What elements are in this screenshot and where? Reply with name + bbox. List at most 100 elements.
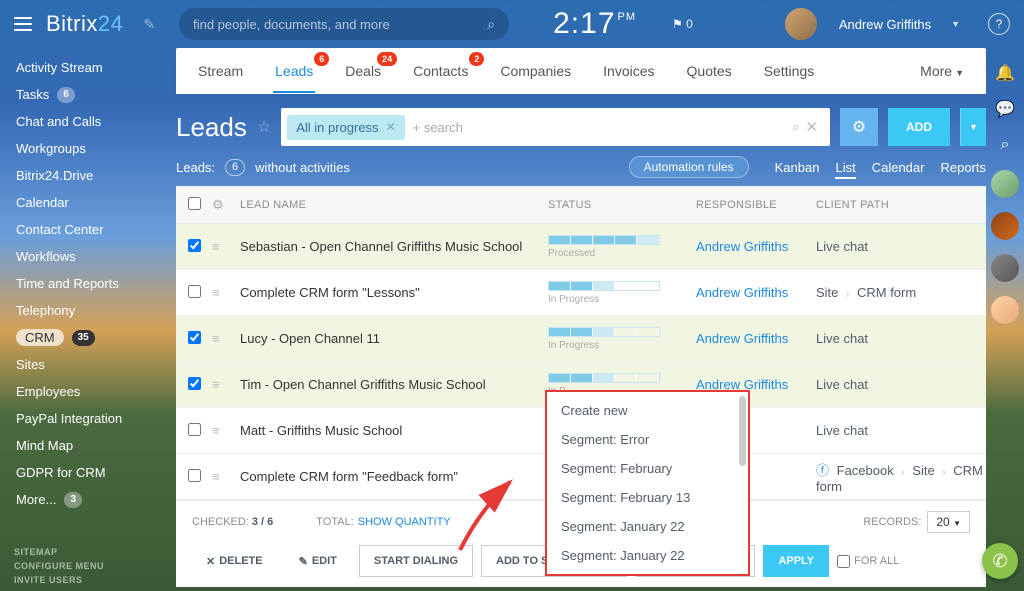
row-checkbox[interactable]	[188, 239, 201, 252]
contact-avatar[interactable]	[991, 296, 1019, 324]
lead-name[interactable]: Complete CRM form "Lessons"	[240, 285, 420, 300]
star-icon[interactable]: ☆	[257, 117, 271, 137]
view-list[interactable]: List	[835, 158, 855, 179]
tab-more[interactable]: More▼	[918, 63, 966, 79]
filter-box[interactable]: All in progress✕ ⌕ ✕	[281, 108, 830, 146]
chat-icon[interactable]: 💬	[994, 98, 1016, 120]
bell-icon[interactable]: 🔔	[994, 62, 1016, 84]
sidebar-item-employees[interactable]: Employees	[0, 378, 176, 405]
automation-button[interactable]: Automation rules	[629, 156, 749, 178]
row-checkbox[interactable]	[188, 469, 201, 482]
responsible-link[interactable]: Andrew Griffiths	[696, 331, 788, 346]
sidebar-item-contact-center[interactable]: Contact Center	[0, 216, 176, 243]
tab-settings[interactable]: Settings	[762, 63, 817, 79]
view-reports[interactable]: Reports	[940, 158, 986, 177]
popup-item[interactable]: Segment: February	[547, 454, 748, 483]
add-button[interactable]: ADD	[888, 108, 950, 146]
popup-item[interactable]: Segment: January 22	[547, 512, 748, 541]
menu-toggle[interactable]	[14, 17, 32, 31]
view-kanban[interactable]: Kanban	[775, 158, 820, 177]
delete-button[interactable]: ✕ DELETE	[192, 545, 277, 577]
contact-avatar[interactable]	[991, 254, 1019, 282]
tab-deals[interactable]: Deals24	[343, 63, 383, 79]
lead-name[interactable]: Matt - Griffiths Music School	[240, 423, 402, 438]
username[interactable]: Andrew Griffiths	[839, 17, 931, 32]
sidebar-footer-link[interactable]: CONFIGURE MENU	[14, 561, 104, 571]
contact-avatar[interactable]	[991, 170, 1019, 198]
sidebar-item-time-and-reports[interactable]: Time and Reports	[0, 270, 176, 297]
row-menu-icon[interactable]: ≡	[212, 423, 236, 438]
responsible-link[interactable]: Andrew Griffiths	[696, 285, 788, 300]
tab-leads[interactable]: Leads6	[273, 63, 315, 79]
view-calendar[interactable]: Calendar	[872, 158, 925, 177]
lead-name[interactable]: Tim - Open Channel Griffiths Music Schoo…	[240, 377, 486, 392]
clear-icon[interactable]: ✕	[805, 118, 818, 136]
filter-input[interactable]	[413, 120, 793, 135]
search-icon[interactable]: ⌕	[994, 134, 1016, 156]
sidebar-item-activity-stream[interactable]: Activity Stream	[0, 54, 176, 81]
tab-contacts[interactable]: Contacts2	[411, 63, 470, 79]
status-bar[interactable]	[548, 327, 660, 337]
tab-invoices[interactable]: Invoices	[601, 63, 656, 79]
col-path[interactable]: CLIENT PATH	[816, 199, 986, 211]
sidebar-item-mind-map[interactable]: Mind Map	[0, 432, 176, 459]
col-responsible[interactable]: RESPONSIBLE	[696, 199, 816, 211]
records-select[interactable]: 20 ▼	[927, 511, 970, 533]
row-checkbox[interactable]	[188, 285, 201, 298]
edit-icon[interactable]: ✎	[143, 16, 155, 33]
sidebar-item-paypal-integration[interactable]: PayPal Integration	[0, 405, 176, 432]
row-checkbox[interactable]	[188, 423, 201, 436]
tab-quotes[interactable]: Quotes	[685, 63, 734, 79]
popup-item[interactable]: Segment: Error	[547, 425, 748, 454]
popup-item[interactable]: Create new	[547, 396, 748, 425]
sidebar-item-more-[interactable]: More...3	[0, 486, 176, 513]
row-checkbox[interactable]	[188, 377, 201, 390]
scrollbar-thumb[interactable]	[739, 396, 746, 466]
lead-name[interactable]: Complete CRM form "Feedback form"	[240, 469, 458, 484]
sidebar-item-sites[interactable]: Sites	[0, 351, 176, 378]
responsible-link[interactable]: Andrew Griffiths	[696, 239, 788, 254]
sidebar-item-workflows[interactable]: Workflows	[0, 243, 176, 270]
sidebar-item-workgroups[interactable]: Workgroups	[0, 135, 176, 162]
row-menu-icon[interactable]: ≡	[212, 285, 236, 300]
row-menu-icon[interactable]: ≡	[212, 331, 236, 346]
status-bar[interactable]	[548, 235, 660, 245]
row-menu-icon[interactable]: ≡	[212, 469, 236, 484]
status-bar[interactable]	[548, 373, 660, 383]
search-icon[interactable]: ⌕	[792, 119, 799, 135]
popup-item[interactable]: Segment: February 13	[547, 483, 748, 512]
global-search[interactable]: ⌕	[179, 8, 509, 40]
lead-name[interactable]: Sebastian - Open Channel Griffiths Music…	[240, 239, 522, 254]
sidebar-footer-link[interactable]: INVITE USERS	[14, 575, 104, 585]
logo[interactable]: Bitrix24	[46, 11, 123, 37]
add-dropdown[interactable]: ▼	[960, 108, 986, 146]
lead-name[interactable]: Lucy - Open Channel 11	[240, 331, 380, 346]
row-menu-icon[interactable]: ≡	[212, 239, 236, 254]
row-checkbox[interactable]	[188, 331, 201, 344]
sidebar-item-telephony[interactable]: Telephony	[0, 297, 176, 324]
apply-button[interactable]: APPLY	[763, 545, 829, 577]
sidebar-item-calendar[interactable]: Calendar	[0, 189, 176, 216]
col-status[interactable]: STATUS	[548, 199, 696, 211]
contact-avatar[interactable]	[991, 212, 1019, 240]
sidebar-footer-link[interactable]: SITEMAP	[14, 547, 104, 557]
sidebar-item-tasks[interactable]: Tasks6	[0, 81, 176, 108]
edit-button[interactable]: ✎ EDIT	[285, 545, 351, 577]
tab-stream[interactable]: Stream	[196, 63, 245, 79]
sidebar-item-crm[interactable]: CRM35	[0, 324, 176, 351]
select-all[interactable]	[188, 197, 201, 210]
sidebar-item-chat-and-calls[interactable]: Chat and Calls	[0, 108, 176, 135]
row-menu-icon[interactable]: ≡	[212, 377, 236, 392]
help-icon[interactable]: ?	[988, 13, 1010, 35]
col-name[interactable]: LEAD NAME	[236, 199, 548, 211]
flag-counter[interactable]: ⚑ 0	[672, 17, 693, 31]
tab-companies[interactable]: Companies	[498, 63, 573, 79]
filter-chip[interactable]: All in progress✕	[287, 115, 404, 140]
sidebar-item-gdpr-for-crm[interactable]: GDPR for CRM	[0, 459, 176, 486]
global-search-input[interactable]	[193, 17, 487, 32]
status-bar[interactable]	[548, 281, 660, 291]
avatar[interactable]	[785, 8, 817, 40]
close-icon[interactable]: ✕	[386, 120, 396, 134]
popup-item[interactable]: Segment: January 22	[547, 541, 748, 570]
gear-icon[interactable]: ⚙	[212, 197, 236, 213]
